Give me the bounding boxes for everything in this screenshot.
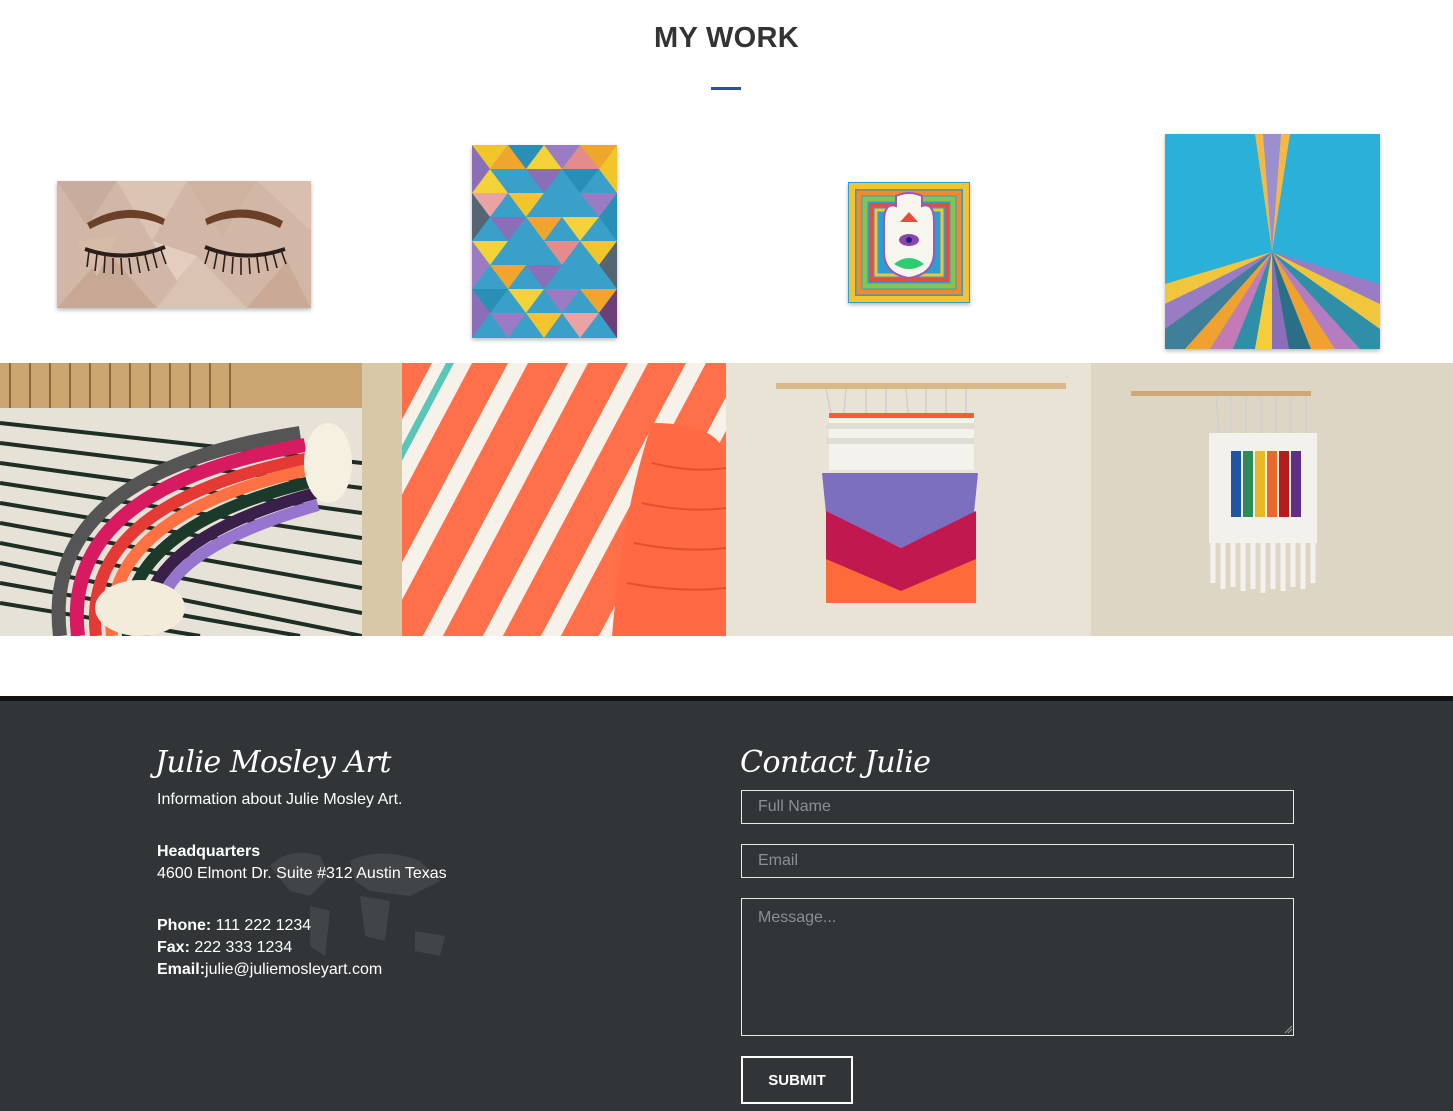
rainbow-stripes-weaving[interactable] — [1091, 363, 1453, 636]
purple-red-fringe-weaving[interactable] — [726, 363, 1091, 636]
message-textarea[interactable] — [741, 898, 1294, 1036]
email-line: Email:julie@juliemosleyart.com — [157, 961, 382, 979]
section-title: MY WORK — [654, 22, 799, 54]
resize-grip-icon[interactable] — [1283, 1024, 1293, 1034]
hq-label: Headquarters — [157, 843, 261, 860]
hq-heading: Headquarters — [157, 843, 260, 861]
phone-line: Phone: 111 222 1234 — [157, 917, 311, 935]
hamsa-painting[interactable] — [848, 182, 970, 303]
fax-label: Fax: — [157, 939, 190, 956]
my-work-section: MY WORK — [0, 0, 1453, 701]
submit-button[interactable]: SUBMIT — [741, 1056, 853, 1104]
phone-label: Phone: — [157, 917, 212, 934]
email-input[interactable] — [741, 844, 1294, 878]
geometric-diamonds-painting[interactable] — [472, 145, 617, 338]
tagline: Information about Julie Mosley Art. — [157, 791, 403, 808]
hq-address: 4600 Elmont Dr. Suite #312 Austin Texas — [157, 865, 447, 882]
fax-line: Fax: 222 333 1234 — [157, 939, 292, 957]
contact-title: Contact Julie — [740, 745, 931, 780]
email-label: Email: — [157, 961, 206, 978]
phone-value: 111 222 1234 — [211, 917, 312, 934]
coral-stripes-weaving[interactable] — [362, 363, 726, 636]
email-link[interactable]: julie@juliemosleyart.com — [205, 961, 382, 978]
closed-eyes-painting[interactable] — [57, 181, 311, 308]
page: MY WORK Julie Mosley Art Information abo… — [0, 0, 1453, 1111]
title-underline — [711, 87, 741, 90]
fax-value: 222 333 1234 — [189, 939, 293, 956]
rainbow-rays-painting[interactable] — [1165, 134, 1380, 349]
brand-logo: Julie Mosley Art — [155, 745, 391, 780]
rainbow-arc-weaving[interactable] — [0, 363, 362, 636]
footer: Julie Mosley Art Information about Julie… — [0, 701, 1453, 1111]
full-name-input[interactable] — [741, 790, 1294, 824]
